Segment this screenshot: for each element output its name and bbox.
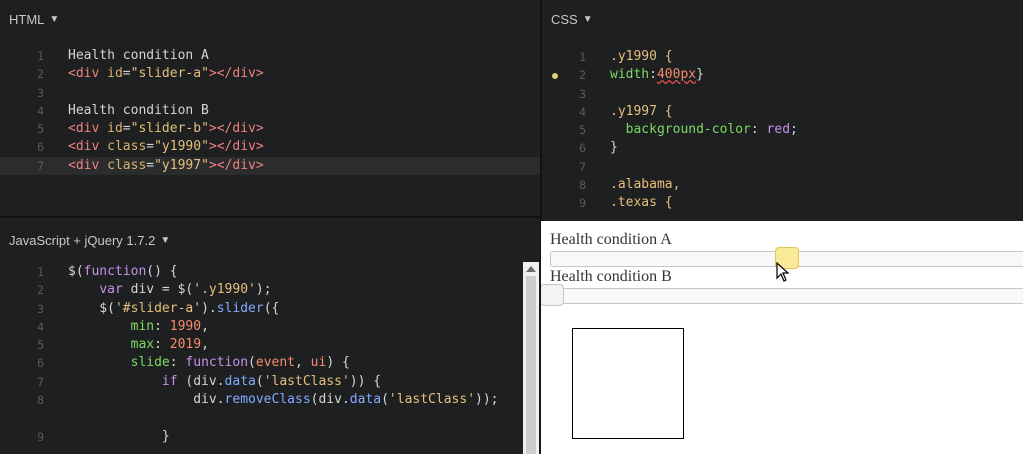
code-line[interactable]: 9 } <box>0 428 540 446</box>
code-line[interactable]: 1 Health condition A <box>0 47 540 65</box>
line-number: 4 <box>37 319 44 334</box>
code-line[interactable]: 7 <box>542 158 1023 176</box>
code-text: <div class="y1997"></div> <box>68 157 264 173</box>
code-text: $(function() { <box>68 264 178 279</box>
html-pane: HTML ▼ 1 Health condition A 2 <div id="sli… <box>0 0 540 216</box>
line-number: 1 <box>37 49 44 63</box>
line-number: 3 <box>579 86 586 101</box>
line-number: 9 <box>37 429 44 444</box>
y1990-box <box>572 328 684 439</box>
js-pane-title: JavaScript + jQuery 1.7.2 <box>9 232 156 248</box>
css-pane-header[interactable]: CSS ▼ <box>542 0 1023 38</box>
line-number: 8 <box>37 393 44 408</box>
modified-line-dot-icon <box>552 73 558 79</box>
line-number: 5 <box>579 123 586 138</box>
code-text: <div id="slider-b"></div> <box>68 121 264 137</box>
code-line[interactable]: 5 max: 2019, <box>0 336 540 354</box>
slider-a-label: Health condition A <box>550 231 672 248</box>
code-line[interactable]: 1 .y1990 { <box>542 48 1023 66</box>
code-text: var div = $('.y1990'); <box>99 282 272 298</box>
code-text: <div id="slider-a"></div> <box>68 66 264 82</box>
line-number: 7 <box>579 159 586 174</box>
code-text: .y1997 { <box>610 103 673 119</box>
code-line[interactable]: 9 .texas { <box>542 194 1023 212</box>
code-text: <div class="y1990"></div> <box>68 139 264 155</box>
result-pane: Health condition A Health condition B <box>541 221 1023 454</box>
line-number: 1 <box>579 50 586 64</box>
code-text: if (div.data('lastClass')) { <box>161 373 382 389</box>
js-pane-header[interactable]: JavaScript + jQuery 1.7.2 ▼ <box>0 218 540 262</box>
code-text: background-color: red; <box>625 122 798 138</box>
code-text: } <box>610 140 618 156</box>
scrollbar-thumb[interactable] <box>526 276 536 454</box>
line-number: 7 <box>37 158 44 173</box>
dropdown-caret-icon[interactable]: ▼ <box>583 14 593 25</box>
code-line-active[interactable]: 7 <div class="y1997"></div> <box>0 156 540 176</box>
line-number: 8 <box>579 178 586 193</box>
dropdown-caret-icon[interactable]: ▼ <box>49 14 59 25</box>
code-line[interactable]: 8 div.removeClass(div.data('lastClass'))… <box>0 391 540 409</box>
code-line[interactable]: 1 $(function() { <box>0 263 540 281</box>
line-number: 4 <box>37 103 44 118</box>
slider-b-handle[interactable] <box>541 284 564 306</box>
code-line[interactable]: 3 <box>542 85 1023 103</box>
line-number: 5 <box>37 122 44 137</box>
code-line[interactable]: 6} <box>542 139 1023 157</box>
code-line[interactable]: 4 .y1997 { <box>542 103 1023 121</box>
line-number: 2 <box>579 68 586 83</box>
line-number: 3 <box>37 301 44 316</box>
code-text: min: 1990, <box>130 318 209 334</box>
code-text: $('#slider-a').slider({ <box>68 300 280 316</box>
code-line[interactable]: 3 <box>0 84 540 102</box>
line-number: 7 <box>37 374 44 389</box>
code-text: .alabama, <box>610 177 681 193</box>
mouse-cursor-icon <box>776 262 790 282</box>
code-line[interactable]: 3 $('#slider-a').slider({ <box>0 300 540 318</box>
code-line[interactable]: 2 <div id="slider-a"></div> <box>0 65 540 83</box>
js-pane: JavaScript + jQuery 1.7.2 ▼ 1 $(function(… <box>0 218 540 454</box>
code-line[interactable]: 6 <div class="y1990"></div> <box>0 138 540 156</box>
html-pane-title: HTML <box>9 11 45 27</box>
css-pane: CSS ▼ 1 .y1990 { 2 width:400px} 3 4 .y1997 … <box>542 0 1023 221</box>
code-line[interactable]: 7 if (div.data('lastClass')) { <box>0 373 540 391</box>
code-text: div.removeClass(div.data('lastClass')); <box>68 392 499 408</box>
scroll-up-arrow-icon[interactable] <box>526 266 536 272</box>
code-text: max: 2019, <box>130 337 209 353</box>
line-number: 9 <box>579 196 586 211</box>
code-text: Health condition B <box>68 102 209 118</box>
line-number: 1 <box>37 265 44 279</box>
slider-b-track[interactable] <box>550 288 1023 304</box>
line-number: 4 <box>579 104 586 119</box>
code-text: width:400px} <box>610 67 704 83</box>
code-line[interactable]: 8 .alabama, <box>542 176 1023 194</box>
line-number: 6 <box>37 140 44 155</box>
code-line[interactable]: 5 <div id="slider-b"></div> <box>0 120 540 138</box>
code-text: Health condition A <box>68 48 209 63</box>
code-line[interactable]: 2 var div = $('.y1990'); <box>0 281 540 299</box>
css-pane-title: CSS <box>551 11 578 27</box>
code-text: .texas { <box>610 195 673 211</box>
code-line[interactable]: 6 slide: function(event, ui) { <box>0 354 540 372</box>
line-number: 3 <box>37 85 44 100</box>
line-number: 5 <box>37 338 44 353</box>
html-pane-header[interactable]: HTML ▼ <box>0 0 540 38</box>
line-number: 6 <box>37 356 44 371</box>
line-number: 2 <box>37 67 44 82</box>
code-line[interactable]: 4 Health condition B <box>0 102 540 120</box>
js-pane-scrollbar[interactable] <box>523 262 539 454</box>
code-line-spacer <box>0 409 540 427</box>
slider-b-label: Health condition B <box>550 268 672 285</box>
line-number: 6 <box>579 141 586 156</box>
code-line[interactable]: 2 width:400px} <box>542 66 1023 84</box>
html-code-editor[interactable]: 1 Health condition A 2 <div id="slider-a">… <box>0 47 540 176</box>
code-text: } <box>68 428 170 444</box>
js-code-editor[interactable]: 1 $(function() { 2 var div = $('.y1990');… <box>0 263 540 446</box>
code-line[interactable]: 4 min: 1990, <box>0 318 540 336</box>
code-text: slide: function(event, ui) { <box>130 355 350 371</box>
code-line[interactable]: 5 background-color: red; <box>542 121 1023 139</box>
code-text: .y1990 { <box>610 49 673 64</box>
line-number: 2 <box>37 283 44 298</box>
dropdown-caret-icon[interactable]: ▼ <box>160 235 170 246</box>
css-code-editor[interactable]: 1 .y1990 { 2 width:400px} 3 4 .y1997 { 5 ba… <box>542 48 1023 213</box>
